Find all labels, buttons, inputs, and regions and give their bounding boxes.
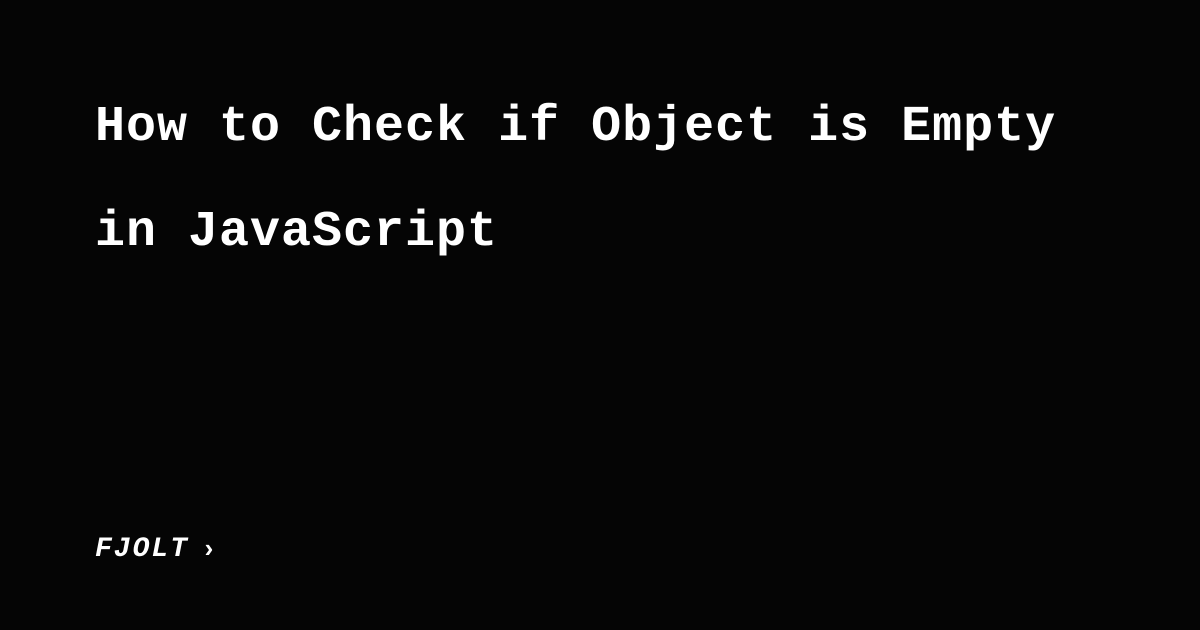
brand-logo: FJOLT › [95, 534, 219, 565]
chevron-right-icon: › [201, 535, 219, 565]
brand-name: FJOLT [95, 534, 189, 565]
page-title: How to Check if Object is Empty in JavaS… [95, 75, 1105, 285]
